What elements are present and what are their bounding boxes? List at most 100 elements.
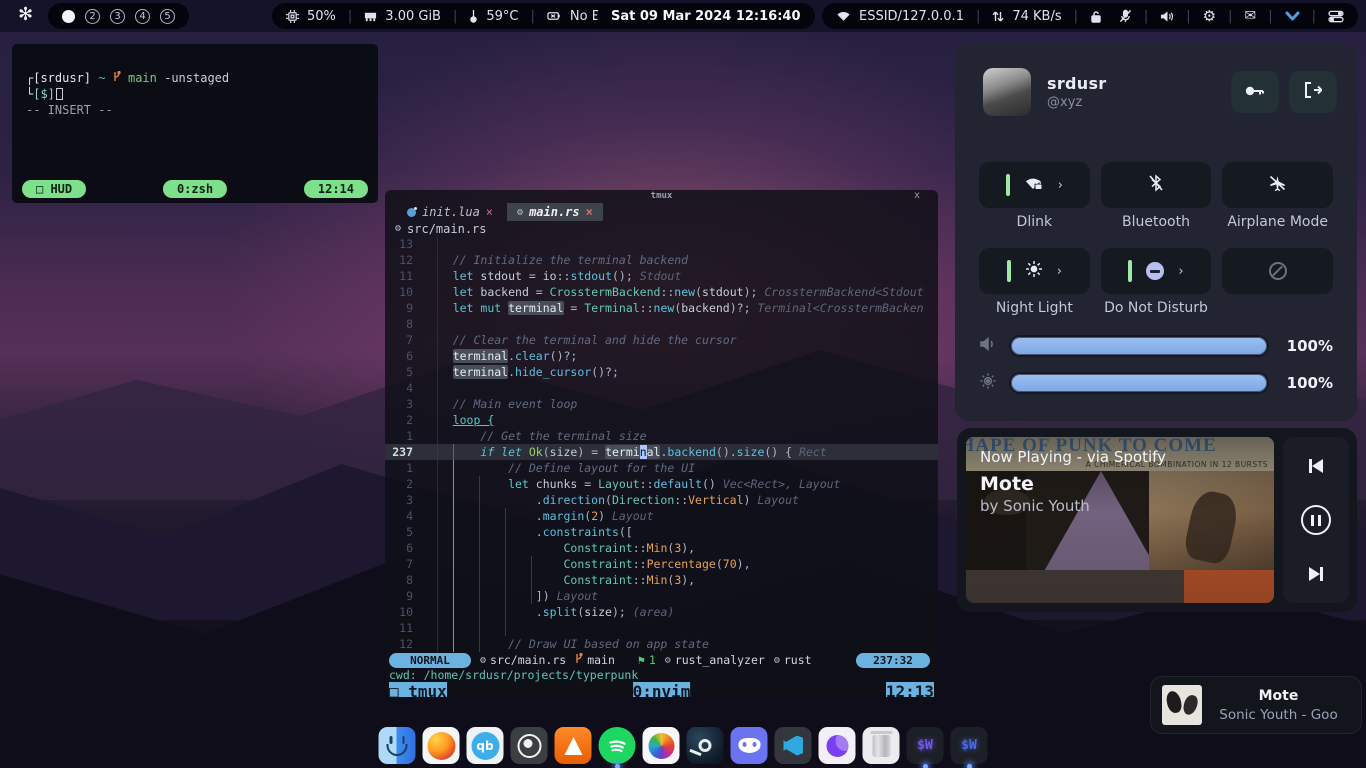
breadcrumb: ⚙ src/main.rs xyxy=(385,221,938,236)
statusline-filetype: ⚙rust xyxy=(774,653,812,667)
track-title: Mote xyxy=(980,473,1034,495)
mail-icon[interactable]: ✉ xyxy=(1244,8,1256,24)
tab-close-icon[interactable]: × xyxy=(586,205,593,219)
toggle-airplane-mode[interactable]: Airplane Mode xyxy=(1222,162,1333,208)
dock-dollar-w-blue-icon[interactable]: $W xyxy=(951,727,988,764)
active-indicator xyxy=(1007,260,1011,282)
traffic-arrows-icon xyxy=(992,10,1004,23)
tmux-session-tmux[interactable]: □ tmux xyxy=(389,682,447,697)
media-controls xyxy=(1283,437,1349,603)
brightness-icon xyxy=(979,372,1007,394)
running-indicator xyxy=(923,764,928,768)
dock-discord-icon[interactable] xyxy=(731,727,768,764)
chevron-right-icon[interactable]: › xyxy=(1058,178,1063,193)
toggle-dlink[interactable]: › Dlink xyxy=(979,162,1090,208)
workspace-1-active[interactable] xyxy=(62,10,75,23)
code-line: 2 loop { xyxy=(385,412,938,428)
launcher-star-icon[interactable]: ✻ xyxy=(18,4,33,25)
bluetooth-off-icon xyxy=(1148,174,1164,196)
toggle-bluetooth[interactable]: Bluetooth xyxy=(1101,162,1212,208)
media-player-card: SHAPE OF PUNK TO COMEA CHIMERICAL BOMBIN… xyxy=(957,428,1357,612)
code-line: 9 let mut terminal = Terminal::new(backe… xyxy=(385,300,938,316)
volume-icon[interactable] xyxy=(1160,10,1174,23)
code-line: 6 Constraint::Min(3), xyxy=(385,540,938,556)
code-line: 10 let backend = CrosstermBackend::new(s… xyxy=(385,284,938,300)
workspace-4[interactable]: 4 xyxy=(135,9,150,24)
code-line: 9 ]) Layout xyxy=(385,588,938,604)
workspace-3[interactable]: 3 xyxy=(110,9,125,24)
tab-main-rs[interactable]: ⚙ main.rs × xyxy=(507,203,603,221)
dock-vlc-icon[interactable] xyxy=(555,727,592,764)
terminal-prompt-line2: └[$] xyxy=(12,86,378,102)
tmux-clock: 12:14 xyxy=(304,180,368,198)
terminal-window[interactable]: ┌[srdusr] ~ main -unstaged └[$] -- INSER… xyxy=(12,44,378,203)
dock-dollar-w-purple-icon[interactable]: $W xyxy=(907,727,944,764)
volume-slider[interactable] xyxy=(1011,337,1267,355)
dock-finder-icon[interactable] xyxy=(379,727,416,764)
code-line: 4 .margin(2) Layout xyxy=(385,508,938,524)
chevron-down-icon[interactable] xyxy=(1285,11,1300,22)
clock-pill[interactable]: Sat 09 Mar 2024 12:16:40 xyxy=(597,3,815,29)
editor-titlebar: tmux x xyxy=(385,190,938,203)
dock-steam-icon[interactable] xyxy=(687,727,724,764)
cwd-line: cwd: /home/srdusr/projects/typerpunk xyxy=(385,668,938,683)
dock-trash-icon[interactable] xyxy=(863,727,900,764)
control-center-panel: srdusr @xyz › Dlink Bluetooth Airplane M… xyxy=(955,44,1357,421)
tmux-window-zsh[interactable]: 0:zsh xyxy=(163,180,227,198)
dock-qbittorrent-icon[interactable]: qb xyxy=(467,727,504,764)
next-track-button[interactable] xyxy=(1309,567,1323,581)
cpu-icon xyxy=(286,10,299,23)
window-title: tmux xyxy=(651,191,673,201)
dock-obs-icon[interactable] xyxy=(511,727,548,764)
editor-tmux-bar: □ tmux 0:nvim 12:13 xyxy=(385,683,938,697)
dock-firefox-icon[interactable] xyxy=(423,727,460,764)
workspace-2[interactable]: 2 xyxy=(85,9,100,24)
chevron-right-icon[interactable]: › xyxy=(1057,264,1062,279)
previous-track-button[interactable] xyxy=(1309,459,1323,473)
cpu-value: 50% xyxy=(307,9,336,24)
dock-photos-icon[interactable] xyxy=(643,727,680,764)
lua-file-icon xyxy=(407,208,416,217)
temperature-value: 59°C xyxy=(486,9,518,24)
code-line: 5 .constraints([ xyxy=(385,524,938,540)
cursor-position: 237:32 xyxy=(856,653,930,668)
network-pill[interactable]: ESSID/127.0.0.1 | 74 KB/s | vpn xyxy=(822,3,1148,29)
workspace-5[interactable]: 5 xyxy=(160,9,175,24)
notification-card[interactable]: Mote Sonic Youth - Goo xyxy=(1150,676,1362,734)
lock-keys-button[interactable] xyxy=(1231,71,1279,113)
editor-window[interactable]: tmux x init.lua × ⚙ main.rs × ⚙ src/main… xyxy=(385,190,938,697)
toggles-icon[interactable] xyxy=(1328,10,1344,23)
toggle-do-not-disturb[interactable]: › Do Not Disturb xyxy=(1101,248,1212,294)
chevron-right-icon[interactable]: › xyxy=(1178,264,1183,279)
brightness-slider[interactable] xyxy=(1011,374,1267,392)
dock-spotify-icon[interactable] xyxy=(599,727,636,764)
settings-gear-icon[interactable]: ⚙ xyxy=(1203,7,1216,25)
code-line: 237 if let Ok(size) = terminal.backend()… xyxy=(385,444,938,460)
tab-init-lua[interactable]: init.lua × xyxy=(397,203,503,221)
vpn-lock-icon xyxy=(1090,10,1102,23)
toggle-label: Airplane Mode xyxy=(1222,214,1333,230)
window-close-button[interactable]: x xyxy=(914,190,920,201)
dock-purple-moon-app-icon[interactable] xyxy=(819,727,856,764)
mic-muted-icon[interactable] xyxy=(1119,9,1132,23)
pause-button[interactable] xyxy=(1301,505,1331,535)
dock-vscode-icon[interactable] xyxy=(775,727,812,764)
toggle-disabled[interactable] xyxy=(1222,248,1333,294)
code-line: 1 // Get the terminal size xyxy=(385,428,938,444)
workspace-switcher: 2 3 4 5 xyxy=(48,3,189,29)
logout-button[interactable] xyxy=(1289,71,1337,113)
code-line: 4 xyxy=(385,380,938,396)
minus-circle-icon xyxy=(1146,262,1164,280)
tmux-window-nvim[interactable]: 0:nvim xyxy=(633,682,691,697)
thermometer-icon xyxy=(469,9,478,23)
code-line: 5 terminal.hide_cursor()?; xyxy=(385,364,938,380)
speaker-icon xyxy=(979,336,1007,356)
tab-close-icon[interactable]: × xyxy=(486,205,493,219)
sliders-section: 100% 100% xyxy=(979,334,1333,408)
code-area[interactable]: 1312 // Initialize the terminal backend1… xyxy=(385,236,938,652)
system-stats-pill[interactable]: 50% | 3.00 GiB | 59°C | No Bat xyxy=(272,3,628,29)
tmux-session-hud[interactable]: □ HUD xyxy=(22,180,86,198)
terminal-prompt-line1: ┌[srdusr] ~ main -unstaged xyxy=(12,44,378,86)
toggle-night-light[interactable]: › Night Light xyxy=(979,248,1090,294)
user-handle: @xyz xyxy=(1047,95,1106,110)
